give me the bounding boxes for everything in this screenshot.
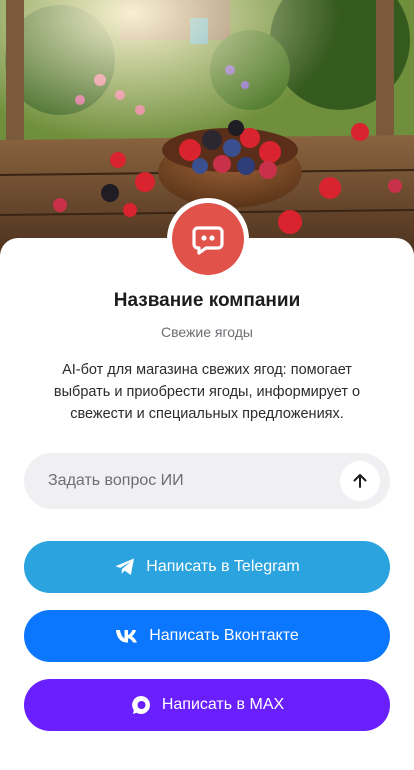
company-name: Название компании [113,290,301,311]
chat-bubble-icon [192,226,224,255]
vk-button-label: Написать Вконтакте [149,627,299,644]
max-button-label: Написать в MAX [161,696,285,713]
company-tagline: Свежие ягоды [161,324,253,340]
ask-ai-field [24,453,390,509]
telegram-button[interactable]: Написать в Telegram [24,541,390,593]
vk-button[interactable]: Написать Вконтакте [24,610,390,662]
ask-ai-input[interactable] [48,472,318,490]
company-description: AI-бот для магазина свежих ягод: помогае… [53,362,361,422]
send-button[interactable] [340,461,380,501]
arrow-up-icon [353,474,367,488]
company-logo [167,198,249,280]
max-icon [130,694,152,716]
telegram-button-label: Написать в Telegram [146,558,300,575]
telegram-icon [114,557,136,577]
logo-badge [172,203,244,275]
vk-icon [115,628,139,644]
max-button[interactable]: Написать в MAX [24,679,390,731]
